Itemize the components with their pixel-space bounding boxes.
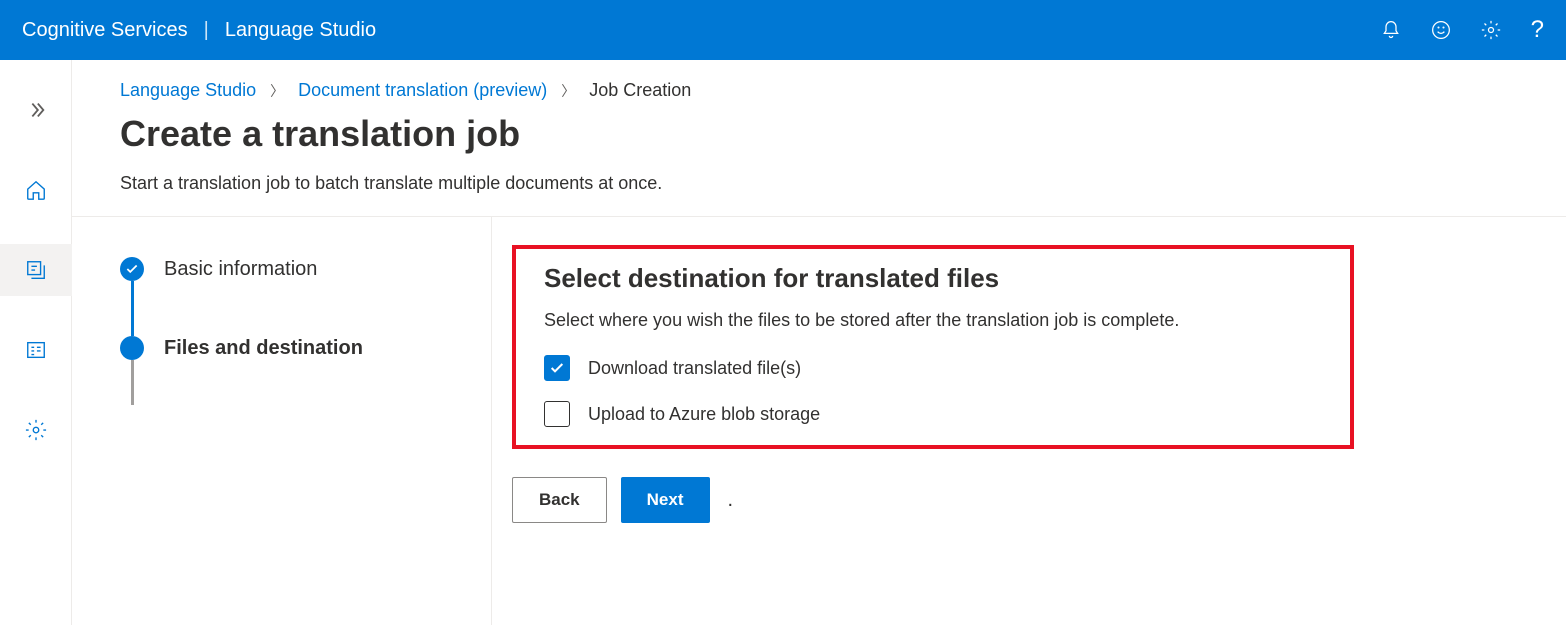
wizard-steps-nav: Basic information Files and destination — [72, 217, 492, 625]
feedback-smile-icon[interactable] — [1431, 20, 1451, 40]
settings-gear-icon[interactable] — [1481, 20, 1501, 40]
left-nav-rail — [0, 60, 72, 625]
brand-divider: | — [204, 19, 209, 42]
breadcrumb-language-studio[interactable]: Language Studio — [120, 80, 256, 101]
expand-rail-button[interactable] — [0, 84, 72, 136]
page-subtitle: Start a translation job to batch transla… — [120, 173, 1518, 194]
section-description: Select where you wish the files to be st… — [544, 310, 1322, 331]
nav-settings[interactable] — [0, 404, 72, 456]
ellipsis-indicator: . — [728, 489, 734, 512]
chevron-right-icon: 〉 — [270, 81, 284, 101]
option-upload-blob[interactable]: Upload to Azure blob storage — [544, 401, 1322, 427]
step-active-bullet-icon — [120, 336, 144, 360]
back-button[interactable]: Back — [512, 477, 607, 523]
step-label: Files and destination — [164, 337, 363, 360]
brand-primary[interactable]: Cognitive Services — [22, 19, 188, 42]
checkbox-label: Upload to Azure blob storage — [588, 404, 820, 425]
notification-bell-icon[interactable] — [1381, 20, 1401, 40]
form-content: Select destination for translated files … — [492, 217, 1566, 625]
wizard-button-row: Back Next . — [512, 477, 733, 523]
nav-forms[interactable] — [0, 324, 72, 376]
step-connector — [131, 281, 134, 336]
checkbox-label: Download translated file(s) — [588, 358, 801, 379]
step-connector — [131, 360, 134, 405]
brand-secondary[interactable]: Language Studio — [225, 19, 376, 42]
wizard-step-files-destination[interactable]: Files and destination — [120, 336, 491, 360]
help-icon[interactable]: ? — [1531, 16, 1544, 44]
step-label: Basic information — [164, 258, 317, 281]
brand-block: Cognitive Services | Language Studio — [22, 19, 376, 42]
checkbox-checked-icon — [544, 355, 570, 381]
nav-document-translation[interactable] — [0, 244, 72, 296]
wizard-step-basic-information[interactable]: Basic information — [120, 257, 491, 281]
page-header: Language Studio 〉 Document translation (… — [72, 60, 1566, 217]
checkbox-unchecked-icon — [544, 401, 570, 427]
step-complete-check-icon — [120, 257, 144, 281]
destination-section-highlight: Select destination for translated files … — [512, 245, 1354, 449]
breadcrumb-document-translation[interactable]: Document translation (preview) — [298, 80, 547, 101]
option-download-translated[interactable]: Download translated file(s) — [544, 355, 1322, 381]
chevron-right-icon: 〉 — [561, 81, 575, 101]
page-title: Create a translation job — [120, 113, 1518, 155]
nav-home[interactable] — [0, 164, 72, 216]
breadcrumb-current: Job Creation — [589, 80, 691, 101]
global-header: Cognitive Services | Language Studio ? — [0, 0, 1566, 60]
header-actions: ? — [1381, 16, 1544, 44]
breadcrumb: Language Studio 〉 Document translation (… — [120, 80, 1518, 101]
section-title: Select destination for translated files — [544, 263, 1322, 294]
next-button[interactable]: Next — [621, 477, 710, 523]
